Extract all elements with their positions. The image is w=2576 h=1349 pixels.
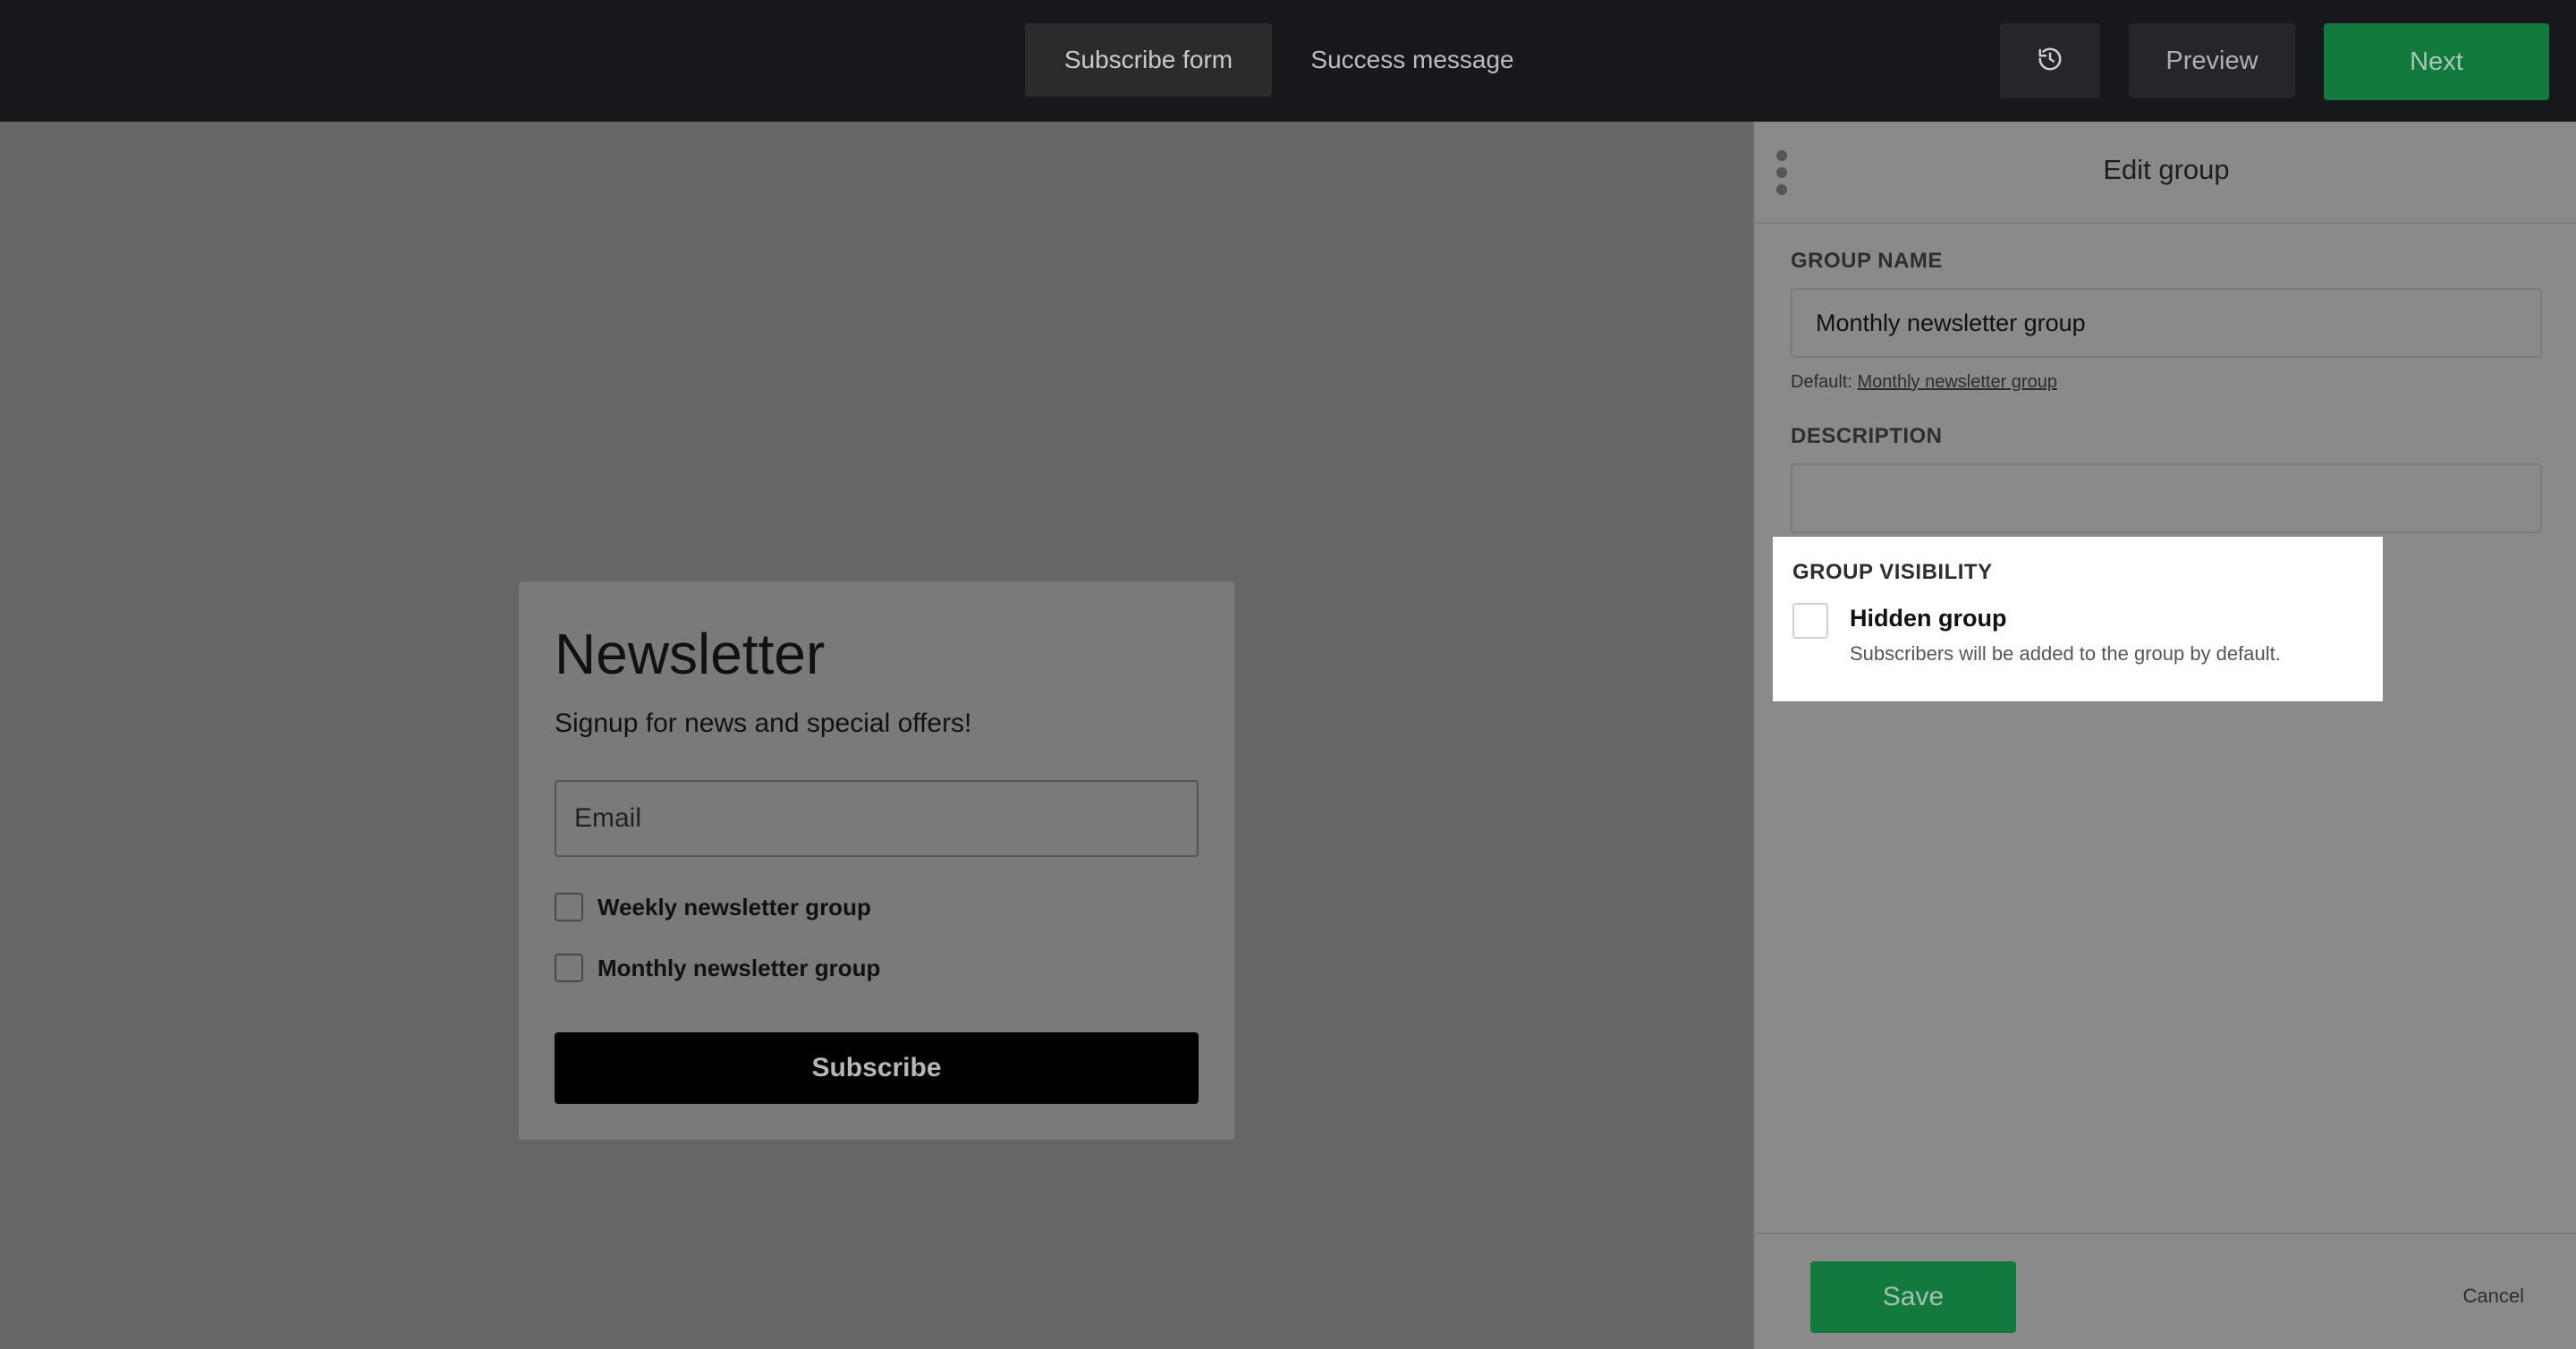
weekly-group-checkbox[interactable] [555, 893, 583, 921]
preview-button[interactable]: Preview [2129, 23, 2295, 98]
default-value-link[interactable]: Monthly newsletter group [1858, 372, 2057, 392]
panel-header: Edit group [1755, 122, 2576, 224]
description-input[interactable] [1791, 463, 2542, 533]
save-button[interactable]: Save [1810, 1261, 2016, 1333]
tab-success-message[interactable]: Success message [1283, 23, 1542, 97]
description-label: DESCRIPTION [1791, 424, 1943, 448]
monthly-group-option[interactable]: Monthly newsletter group [555, 954, 880, 982]
weekly-group-option[interactable]: Weekly newsletter group [555, 893, 871, 921]
app-window: Subscribe form Success message Preview N… [0, 0, 2576, 1349]
hidden-group-label[interactable]: Hidden group [1850, 605, 2006, 632]
panel-footer: Save Cancel [1755, 1233, 2576, 1349]
default-prefix: Default: [1791, 372, 1852, 392]
next-button[interactable]: Next [2324, 23, 2549, 100]
cancel-button[interactable]: Cancel [2463, 1285, 2524, 1308]
monthly-group-label: Monthly newsletter group [597, 954, 881, 981]
top-bar: Subscribe form Success message Preview N… [0, 0, 2576, 122]
form-title: Newsletter [555, 622, 826, 686]
hidden-group-checkbox[interactable] [1792, 603, 1828, 639]
form-subtitle: Signup for news and special offers! [555, 708, 972, 738]
edit-group-panel: Edit group GROUP NAME Default: Monthly n… [1753, 122, 2576, 1349]
weekly-group-label: Weekly newsletter group [597, 893, 871, 921]
email-input[interactable] [555, 780, 1199, 857]
newsletter-form-preview: Newsletter Signup for news and special o… [519, 581, 1234, 1140]
group-visibility-section: GROUP VISIBILITY Hidden group Subscriber… [1773, 537, 2383, 701]
editor-canvas: Newsletter Signup for news and special o… [0, 122, 1753, 1349]
monthly-group-checkbox[interactable] [555, 954, 583, 982]
group-name-label: GROUP NAME [1791, 249, 1943, 273]
panel-title: Edit group [2103, 154, 2230, 185]
group-name-input[interactable] [1791, 288, 2542, 358]
history-icon [2037, 46, 2063, 77]
history-button[interactable] [2000, 23, 2100, 98]
tab-subscribe-form[interactable]: Subscribe form [1025, 23, 1272, 97]
default-hint: Default: Monthly newsletter group [1791, 372, 2057, 393]
hidden-group-description: Subscribers will be added to the group b… [1850, 642, 2281, 665]
subscribe-button[interactable]: Subscribe [555, 1032, 1199, 1104]
group-visibility-label: GROUP VISIBILITY [1792, 560, 1993, 584]
